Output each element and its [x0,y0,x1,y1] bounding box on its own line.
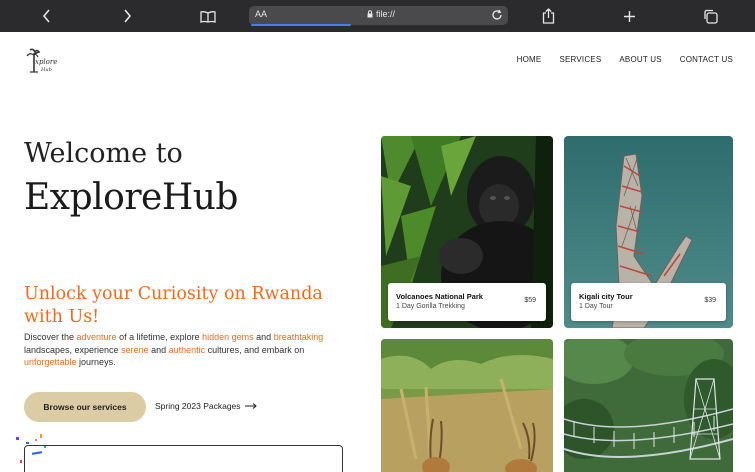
address-bar[interactable]: AA file:// [249,6,508,26]
url-display[interactable]: file:// [367,9,395,19]
tour-card-info: Volcanoes National Park 1 Day Gorilla Tr… [388,283,546,321]
tour-title: Kigali city Tour [579,292,633,301]
confetti-icon [16,434,46,463]
tour-subtitle: 1 Day Tour [579,303,613,310]
tour-card-wildlife[interactable] [381,339,553,472]
main-nav: HOME SERVICES ABOUT US CONTACT US [517,55,733,64]
new-tab-icon[interactable] [619,6,639,26]
page-load-progress [251,24,351,26]
tour-title: Volcanoes National Park [396,292,483,301]
tour-card-nyungwe[interactable] [564,339,733,472]
spring-packages-link[interactable]: Spring 2023 Packages [155,401,257,411]
lock-icon [367,10,373,18]
tour-card-info: Kigali city Tour 1 Day Tour $39 [571,283,726,321]
svg-text:Hub: Hub [40,67,52,73]
brand-heading: ExploreHub [24,177,238,218]
svg-text:xplore: xplore [35,58,57,66]
impala-image [381,339,553,472]
tour-price: $59 [524,297,536,304]
nav-services[interactable]: SERVICES [559,55,601,64]
tour-price: $39 [704,297,716,304]
reload-icon[interactable] [491,8,503,26]
browse-services-button[interactable]: Browse our services [24,392,146,422]
tour-subtitle: 1 Day Gorilla Trekking [396,303,465,310]
arrow-right-icon [244,403,257,409]
hero-description: Discover the adventure of a lifetime, ex… [24,332,324,367]
tour-card-kigali[interactable]: Kigali city Tour 1 Day Tour $39 [564,136,733,328]
bookmarks-icon[interactable] [198,6,218,26]
forward-icon[interactable] [117,6,137,26]
nav-contact-us[interactable]: CONTACT US [680,55,733,64]
explorehub-logo[interactable]: xplore Hub [24,46,58,78]
tour-card-volcanoes[interactable]: Volcanoes National Park 1 Day Gorilla Tr… [381,136,553,328]
testimonial-card [24,445,343,472]
canopy-walkway-image [564,339,733,472]
share-icon[interactable] [538,6,558,26]
tabs-overview-icon[interactable] [700,6,720,26]
tagline: Unlock your Curiosity on Rwanda with Us! [24,284,323,327]
back-icon[interactable] [37,6,57,26]
nav-home[interactable]: HOME [517,55,542,64]
nav-about-us[interactable]: ABOUT US [619,55,661,64]
browser-toolbar: AA file:// [0,0,755,32]
welcome-heading: Welcome to [24,138,183,169]
reader-aa-button[interactable]: AA [255,9,267,19]
